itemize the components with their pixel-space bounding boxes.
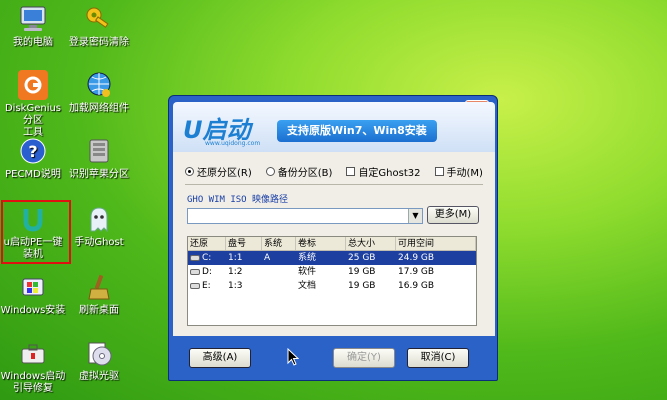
image-path-combobox[interactable]: ▼	[187, 208, 423, 224]
desktop-icon-pecmd[interactable]: ? PECMD说明	[0, 136, 66, 181]
advanced-button[interactable]: 高级(A)	[189, 348, 251, 368]
slogan-badge: 支持原版Win7、Win8安装	[277, 120, 437, 142]
desktop-icon-windows-install[interactable]: Windows安装	[0, 272, 66, 317]
checkbox[interactable]	[434, 167, 444, 176]
table-row[interactable]: C: 1:1 A 系统 25 GB 24.9 GB	[188, 251, 476, 265]
image-path-label: GHO WIM ISO 映像路径	[187, 195, 289, 205]
column-header[interactable]: 系统	[262, 237, 296, 250]
main-panel: 还原分区(R) 备份分区(B) 自定Ghost32 手动(M) GHO WIM …	[173, 152, 495, 336]
mode-options: 还原分区(R) 备份分区(B) 自定Ghost32 手动(M)	[185, 164, 483, 179]
logo-subtext: www.uqidong.com	[205, 140, 261, 147]
selection-highlight	[1, 200, 71, 264]
table-row[interactable]: D: 1:2 软件 19 GB 17.9 GB	[188, 265, 476, 279]
radio-button[interactable]	[265, 167, 275, 176]
network-globe-icon	[84, 70, 114, 100]
desktop-icon-manual-ghost[interactable]: 手动Ghost	[66, 204, 132, 249]
ghost-icon	[84, 204, 114, 234]
hard-drive-icon	[84, 136, 114, 166]
radio-button[interactable]	[185, 167, 194, 176]
column-header[interactable]: 总大小	[346, 237, 396, 250]
diskgenius-icon	[18, 70, 48, 100]
broom-icon	[84, 272, 114, 302]
help-icon: ?	[18, 136, 48, 166]
partition-table: 还原 盘号 系统 卷标 总大小 可用空间 C: 1:1 A 系统 25 GB 2…	[187, 236, 477, 326]
virtual-cd-icon	[84, 338, 114, 368]
banner: U启动 www.uqidong.com 支持原版Win7、Win8安装	[173, 102, 495, 152]
svg-text:?: ?	[28, 142, 37, 161]
computer-icon	[18, 4, 48, 34]
toolbox-icon	[18, 338, 48, 368]
disk-icon	[190, 254, 200, 261]
column-header[interactable]: 卷标	[296, 237, 346, 250]
option-manual[interactable]: 手动(M)	[434, 164, 483, 179]
dropdown-arrow-icon[interactable]: ▼	[408, 209, 422, 223]
windows-install-icon	[18, 272, 48, 302]
column-header[interactable]: 盘号	[226, 237, 262, 250]
table-header: 还原 盘号 系统 卷标 总大小 可用空间	[188, 237, 476, 251]
option-restore-partition[interactable]: 还原分区(R)	[185, 164, 252, 179]
button-bar: 高级(A) 确定(Y) 取消(C)	[173, 336, 495, 378]
disk-icon	[190, 282, 200, 289]
confirm-button[interactable]: 确定(Y)	[333, 348, 395, 368]
desktop-icon-apple-partition[interactable]: 识别苹果分区	[66, 136, 132, 181]
logo: U启动 www.uqidong.com	[183, 110, 260, 147]
desktop-icon-refresh-desktop[interactable]: 刷新桌面	[66, 272, 132, 317]
option-custom-ghost32[interactable]: 自定Ghost32	[346, 164, 421, 179]
desktop-icon-password-clear[interactable]: 登录密码清除	[66, 4, 132, 49]
divider	[185, 184, 483, 185]
installer-window: X U启动 www.uqidong.com 支持原版Win7、Win8安装 还原…	[168, 95, 498, 381]
column-header[interactable]: 可用空间	[396, 237, 476, 250]
desktop-icon-boot-repair[interactable]: Windows启动 引导修复	[0, 338, 66, 395]
desktop-icon-diskgenius[interactable]: DiskGenius分区 工具	[0, 70, 66, 139]
table-row[interactable]: E: 1:3 文档 19 GB 16.9 GB	[188, 279, 476, 293]
disk-icon	[190, 268, 200, 275]
cancel-button[interactable]: 取消(C)	[407, 348, 469, 368]
checkbox[interactable]	[346, 167, 356, 176]
desktop-icon-network[interactable]: 加载网络组件	[66, 70, 132, 115]
column-header[interactable]: 还原	[188, 237, 226, 250]
key-icon	[84, 4, 114, 34]
desktop-icon-my-computer[interactable]: 我的电脑	[0, 4, 66, 49]
more-button[interactable]: 更多(M)	[427, 206, 479, 224]
desktop-icon-virtual-cd[interactable]: 虚拟光驱	[66, 338, 132, 383]
option-backup-partition[interactable]: 备份分区(B)	[265, 164, 332, 179]
mouse-cursor-icon	[287, 348, 299, 366]
